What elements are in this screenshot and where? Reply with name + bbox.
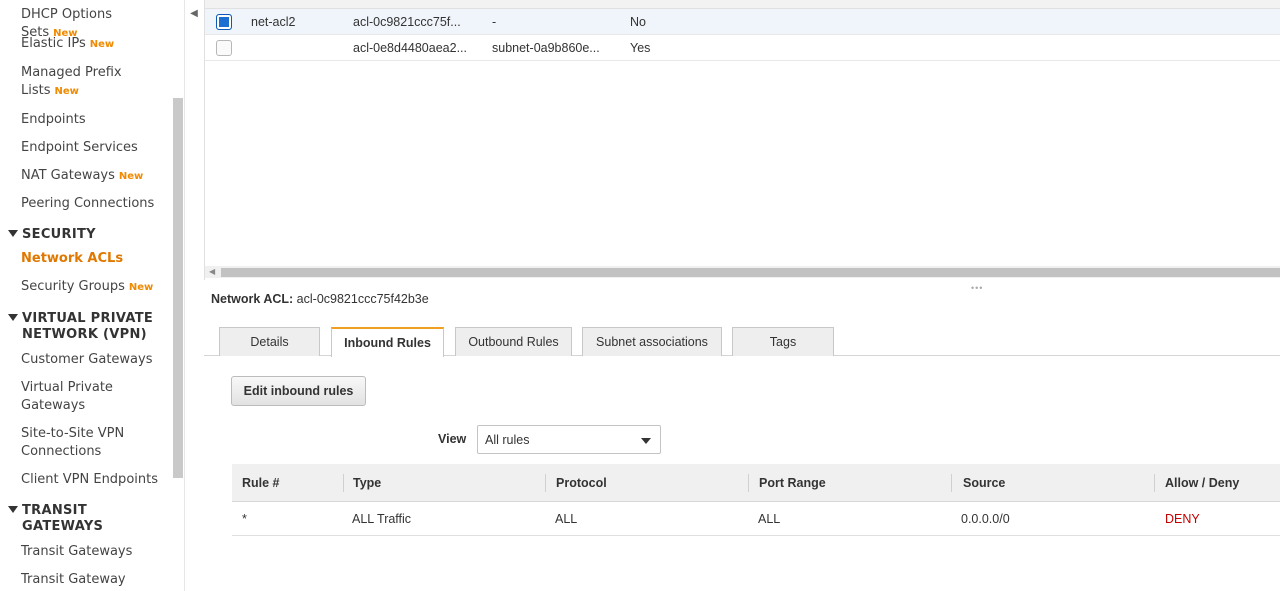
cell-default: No (630, 15, 646, 29)
cell-associated-with: - (492, 15, 497, 29)
sidebar-item-label-line2: Connections (21, 444, 102, 459)
details-title-label: Network ACL: (211, 292, 294, 306)
cell-name: net-acl2 (251, 15, 296, 29)
rules-table-header: Rule # Type Protocol Port Range Source A… (232, 464, 1280, 502)
table-header-strip (205, 0, 1280, 9)
sidebar-item-network-acls[interactable]: Network ACLs (21, 250, 171, 268)
tab-outbound-rules[interactable]: Outbound Rules (455, 327, 572, 356)
cell-acl-id: acl-0e8d4480aea2... (353, 41, 467, 55)
sidebar-item-label: Client VPN Endpoints (21, 472, 158, 487)
cell-default: Yes (630, 41, 651, 55)
sidebar-item-elastic-ips[interactable]: Elastic IPs New (21, 35, 171, 54)
sidebar-item-label: Transit Gateways (21, 544, 133, 559)
sidebar-item-endpoints[interactable]: Endpoints (21, 111, 171, 129)
row-checkbox[interactable] (216, 14, 232, 30)
sidebar-item-label-line2: Lists (21, 83, 51, 98)
acl-table: net-acl2 acl-0c9821ccc75f... - No acl-0e… (204, 0, 1280, 280)
col-header-source[interactable]: Source (963, 476, 1005, 490)
sidebar-item-peering-connections[interactable]: Peering Connections (21, 195, 171, 213)
sidebar-item-nat-gateways[interactable]: NAT Gateways New (21, 167, 171, 186)
col-header-protocol[interactable]: Protocol (556, 476, 607, 490)
sidebar-item-site-to-site-vpn[interactable]: Site-to-Site VPN Connections (21, 425, 171, 461)
sidebar-scrollbar[interactable] (173, 98, 183, 478)
cell-protocol: ALL (555, 512, 578, 526)
section-header-vpn[interactable]: VIRTUAL PRIVATE NETWORK (VPN) (8, 311, 153, 343)
sidebar-item-label: Elastic IPs (21, 36, 86, 51)
column-separator (1154, 474, 1155, 492)
view-select[interactable]: All rules (477, 425, 661, 454)
sidebar-item-label: Site-to-Site VPN (21, 426, 125, 441)
col-header-rule-number[interactable]: Rule # (242, 476, 280, 490)
sidebar-item-endpoint-services[interactable]: Endpoint Services (21, 139, 171, 157)
cell-port-range: ALL (758, 512, 781, 526)
new-badge: New (118, 171, 144, 182)
sidebar-item-transit-gateway[interactable]: Transit Gateway (21, 571, 171, 589)
sidebar-item-label: NAT Gateways (21, 168, 115, 183)
sidebar-item-label: Managed Prefix (21, 65, 122, 80)
column-separator (748, 474, 749, 492)
caret-down-icon (8, 506, 18, 513)
sidebar-item-label: Transit Gateway (21, 572, 126, 587)
section-header-label: SECURITY (22, 227, 96, 242)
cell-type: ALL Traffic (352, 512, 412, 526)
scroll-left-icon[interactable]: ◀ (209, 267, 215, 276)
col-header-allow-deny[interactable]: Allow / Deny (1165, 476, 1239, 490)
tab-details[interactable]: Details (219, 327, 320, 356)
section-header-label: TRANSIT (22, 503, 87, 518)
sidebar-item-label: Peering Connections (21, 196, 155, 211)
column-separator (545, 474, 546, 492)
section-header-label: VIRTUAL PRIVATE (22, 311, 154, 326)
caret-down-icon (8, 230, 18, 237)
sidebar-item-customer-gateways[interactable]: Customer Gateways (21, 351, 171, 369)
section-header-label-line2: GATEWAYS (22, 519, 104, 534)
view-select-value: All rules (485, 432, 530, 447)
table-row[interactable]: net-acl2 acl-0c9821ccc75f... - No (205, 9, 1280, 35)
col-header-type[interactable]: Type (353, 476, 381, 490)
section-header-label-line2: NETWORK (VPN) (22, 327, 147, 342)
sidebar-item-managed-prefix-lists[interactable]: Managed Prefix Lists New (21, 64, 171, 101)
collapse-sidebar-icon[interactable]: ◀ (186, 0, 202, 26)
cell-associated-with: subnet-0a9b860e... (492, 41, 600, 55)
new-badge: New (54, 86, 79, 97)
scrollbar-thumb[interactable] (221, 268, 1280, 277)
caret-down-icon (8, 314, 18, 321)
details-title: Network ACL: acl-0c9821ccc75f42b3e (211, 292, 429, 306)
sidebar: DHCP Options Sets New Elastic IPs New Mana… (0, 0, 185, 591)
sidebar-item-label: Customer Gateways (21, 352, 153, 367)
cell-allow-deny: DENY (1165, 512, 1200, 526)
section-header-security[interactable]: SECURITY (8, 227, 96, 243)
column-separator (951, 474, 952, 492)
sidebar-item-label: Endpoint Services (21, 140, 138, 155)
view-label: View (438, 432, 467, 446)
row-checkbox[interactable] (216, 40, 232, 56)
cell-acl-id: acl-0c9821ccc75f... (353, 15, 461, 29)
sidebar-item-label: Endpoints (21, 112, 86, 127)
sidebar-item-client-vpn-endpoints[interactable]: Client VPN Endpoints (21, 471, 171, 489)
resize-grip-icon[interactable]: ••• (971, 283, 983, 293)
tab-tags[interactable]: Tags (732, 327, 834, 356)
sidebar-item-label: Security Groups (21, 279, 125, 294)
tab-subnet-associations[interactable]: Subnet associations (582, 327, 722, 356)
sidebar-item-virtual-private-gateways[interactable]: Virtual Private Gateways (21, 379, 171, 415)
edit-inbound-rules-button[interactable]: Edit inbound rules (231, 376, 366, 406)
col-header-port-range[interactable]: Port Range (759, 476, 826, 490)
chevron-down-icon (641, 438, 651, 444)
tab-inbound-rules[interactable]: Inbound Rules (331, 327, 444, 357)
new-badge: New (128, 282, 154, 293)
sidebar-item-label: Virtual Private (21, 380, 113, 395)
sidebar-item-label-line2: Gateways (21, 398, 86, 413)
new-badge: New (89, 39, 115, 50)
column-separator (343, 474, 344, 492)
sidebar-item-transit-gateways[interactable]: Transit Gateways (21, 543, 171, 561)
sidebar-item-security-groups[interactable]: Security Groups New (21, 278, 171, 297)
horizontal-scrollbar[interactable]: ◀ (205, 266, 1280, 278)
cell-rule-number: * (242, 512, 247, 526)
table-row: * ALL Traffic ALL ALL 0.0.0.0/0 DENY (232, 502, 1280, 536)
details-acl-id: acl-0c9821ccc75f42b3e (296, 292, 429, 306)
cell-source: 0.0.0.0/0 (961, 512, 1010, 526)
sidebar-item-label: Network ACLs (21, 251, 124, 266)
table-row[interactable]: acl-0e8d4480aea2... subnet-0a9b860e... Y… (205, 35, 1280, 61)
section-header-transit[interactable]: TRANSIT GATEWAYS (8, 503, 103, 535)
